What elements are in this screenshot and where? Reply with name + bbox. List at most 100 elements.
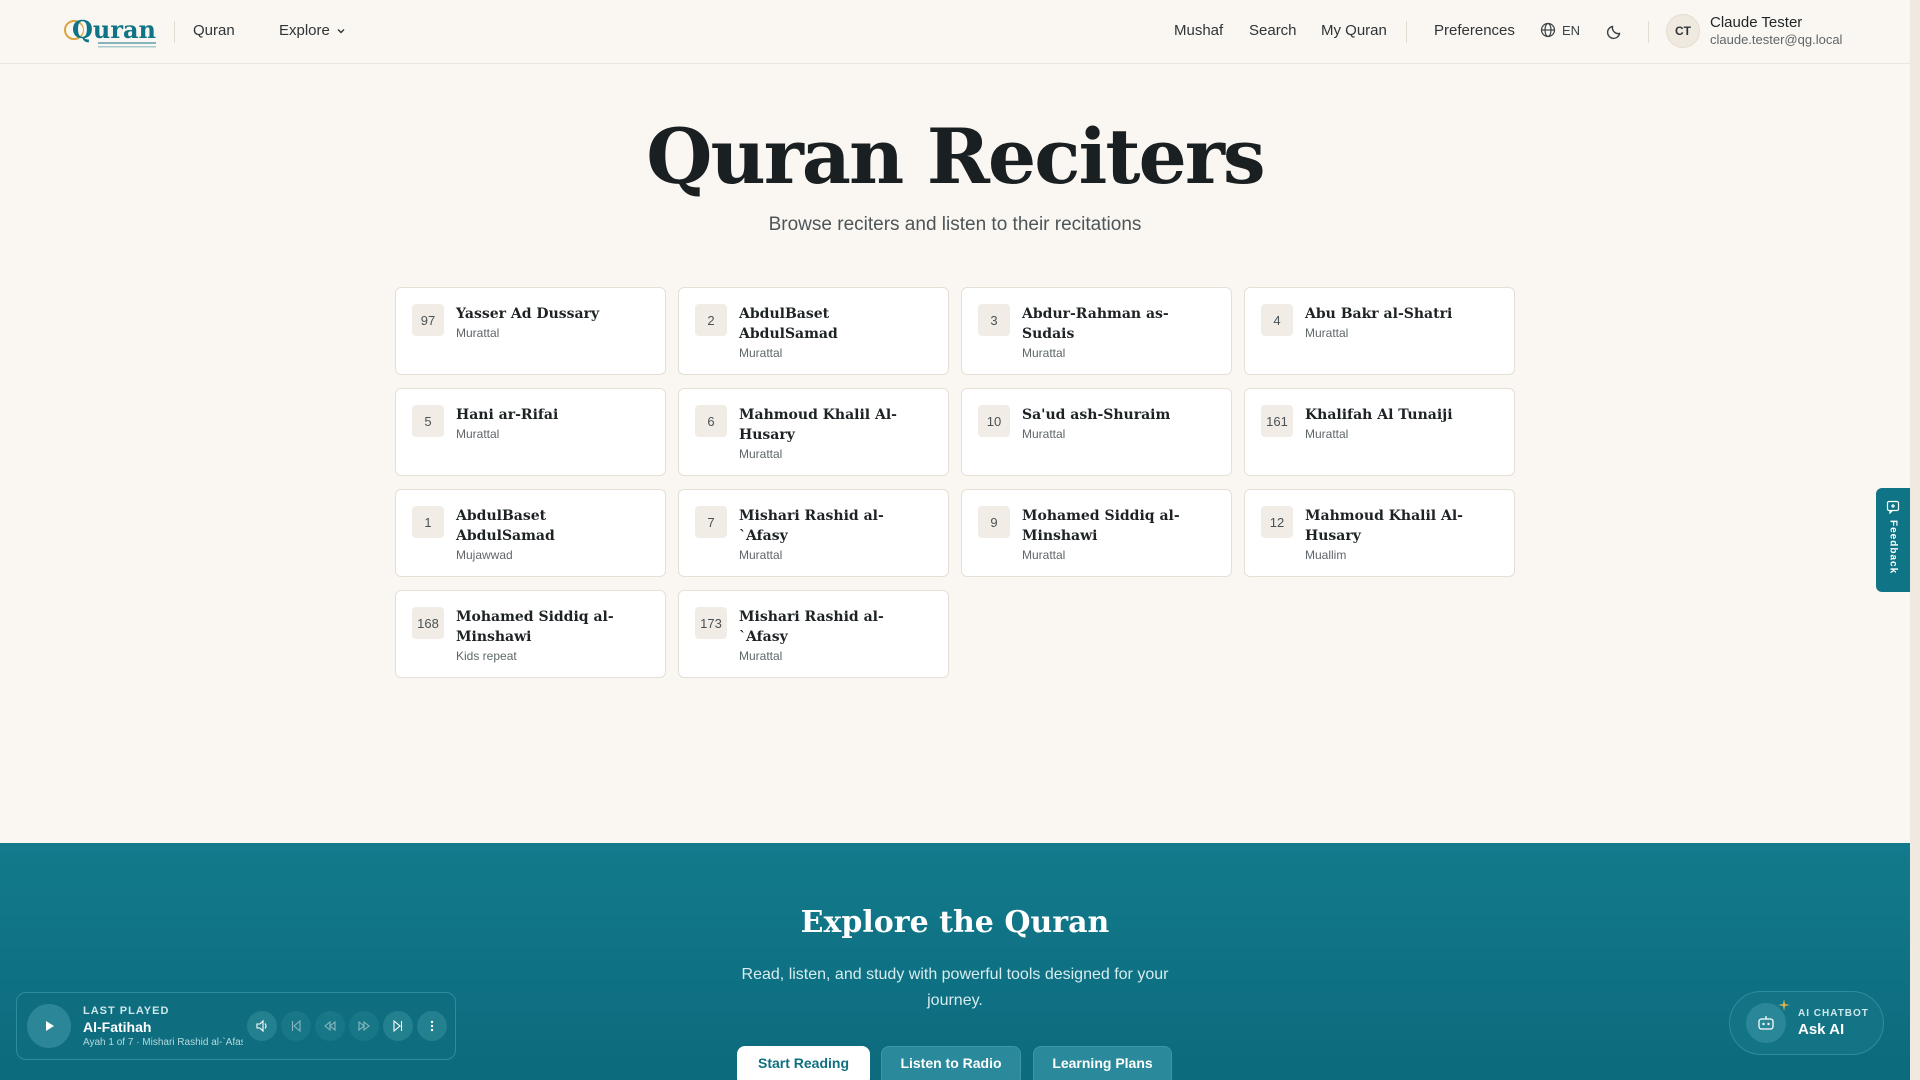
fast-forward-button[interactable]: [349, 1011, 379, 1041]
rewind-icon: [324, 1020, 336, 1032]
reciter-card[interactable]: 168 Mohamed Siddiq al-Minshawi Kids repeat: [395, 590, 666, 678]
reciter-card[interactable]: 6 Mahmoud Khalil Al-Husary Murattal: [678, 388, 949, 476]
page-title: Quran Reciters: [646, 112, 1265, 201]
reciter-card[interactable]: 10 Sa'ud ash-Shuraim Murattal: [961, 388, 1232, 476]
play-icon: [46, 1021, 54, 1031]
user-email: claude.tester@qg.local: [1710, 32, 1843, 47]
nav-search[interactable]: Search: [1249, 22, 1297, 39]
recitation-style: Murattal: [456, 427, 500, 441]
reciter-name: Mohamed Siddiq al-Minshawi: [456, 609, 614, 645]
reciter-card-body: Hani ar-Rifai Murattal: [456, 405, 558, 461]
recitation-style: Murattal: [739, 649, 783, 663]
more-vertical-icon: [430, 1020, 434, 1032]
audio-player: LAST PLAYED Al-Fatihah Ayah 1 of 7 · Mis…: [16, 992, 456, 1060]
globe-icon: [1540, 22, 1556, 38]
nav-preferences[interactable]: Preferences: [1434, 22, 1515, 39]
reciter-id-badge: 12: [1261, 506, 1293, 538]
recitation-style: Murattal: [1022, 548, 1066, 562]
language-code: EN: [1562, 22, 1581, 38]
rewind-button[interactable]: [315, 1011, 345, 1041]
reciter-card[interactable]: 5 Hani ar-Rifai Murattal: [395, 388, 666, 476]
reciter-card-body: Abu Bakr al-Shatri Murattal: [1305, 304, 1452, 360]
reciter-name: Mahmoud Khalil Al-Husary: [1305, 508, 1463, 544]
reciter-card[interactable]: 1 AbdulBaset AbdulSamad Mujawwad: [395, 489, 666, 577]
explore-subtitle: Read, listen, and study with powerful to…: [741, 966, 1169, 1009]
nav-mushaf[interactable]: Mushaf: [1174, 22, 1223, 39]
reciter-card[interactable]: 4 Abu Bakr al-Shatri Murattal: [1244, 287, 1515, 375]
reciter-id-badge: 10: [978, 405, 1010, 437]
quran-logo[interactable]: Quran: [64, 14, 162, 50]
quran-logo-icon: Quran: [64, 15, 156, 48]
reciter-card-body: Khalifah Al Tunaiji Murattal: [1305, 405, 1453, 461]
more-options-button[interactable]: [417, 1011, 447, 1041]
reciter-id-badge: 168: [412, 607, 444, 639]
previous-button[interactable]: [281, 1011, 311, 1041]
fast-forward-icon: [358, 1020, 370, 1032]
ai-title: Ask AI: [1798, 1021, 1845, 1038]
nav-explore[interactable]: Explore: [279, 22, 346, 39]
reciter-card[interactable]: 173 Mishari Rashid al-`Afasy Murattal: [678, 590, 949, 678]
nav-quran[interactable]: Quran: [193, 22, 235, 39]
moon-icon[interactable]: [1606, 22, 1624, 40]
reciter-id-badge: 4: [1261, 304, 1293, 336]
recitation-style: Murattal: [739, 447, 783, 461]
listen-to-radio-button[interactable]: Listen to Radio: [881, 1046, 1021, 1080]
reciter-card[interactable]: 97 Yasser Ad Dussary Murattal: [395, 287, 666, 375]
reciter-card[interactable]: 7 Mishari Rashid al-`Afasy Murattal: [678, 489, 949, 577]
top-header: Quran Quran Explore Mushaf Search My Qur…: [0, 0, 1910, 64]
reciter-card[interactable]: 9 Mohamed Siddiq al-Minshawi Murattal: [961, 489, 1232, 577]
chevron-down-icon: [337, 28, 345, 33]
recitation-style: Murattal: [1305, 326, 1349, 340]
play-button[interactable]: [27, 1004, 71, 1048]
sparkle-icon: [1778, 999, 1790, 1011]
ai-icon-wrap: [1746, 999, 1790, 1043]
reciter-card[interactable]: 2 AbdulBaset AbdulSamad Murattal: [678, 287, 949, 375]
ai-chatbot-button[interactable]: AI CHATBOT Ask AI: [1729, 991, 1884, 1055]
user-menu[interactable]: CT Claude Tester claude.tester@qg.local: [1666, 14, 1842, 48]
reciter-card-body: Mohamed Siddiq al-Minshawi Kids repeat: [456, 607, 649, 663]
reciter-card-body: Mishari Rashid al-`Afasy Murattal: [739, 506, 932, 562]
reciter-card-body: Mahmoud Khalil Al-Husary Murattal: [739, 405, 932, 461]
volume-icon: [256, 1019, 267, 1033]
reciter-id-badge: 1: [412, 506, 444, 538]
reciter-card[interactable]: 3 Abdur-Rahman as-Sudais Murattal: [961, 287, 1232, 375]
robot-icon: [1758, 1016, 1774, 1030]
reciter-name: Mishari Rashid al-`Afasy: [739, 508, 884, 544]
learning-plans-button[interactable]: Learning Plans: [1033, 1046, 1172, 1080]
start-reading-button[interactable]: Start Reading: [737, 1046, 870, 1080]
reciter-id-badge: 97: [412, 304, 444, 336]
recitation-style: Murattal: [739, 548, 783, 562]
feedback-tab[interactable]: Feedback: [1876, 488, 1910, 592]
reciter-name: Abu Bakr al-Shatri: [1305, 306, 1453, 322]
reciter-name: Abdur-Rahman as-Sudais: [1022, 306, 1169, 342]
recitation-style: Murattal: [1022, 427, 1066, 441]
reciter-card-body: Yasser Ad Dussary Murattal: [456, 304, 599, 360]
reciter-id-badge: 7: [695, 506, 727, 538]
recitation-style: Murattal: [1022, 346, 1066, 360]
reciter-card-body: Abdur-Rahman as-Sudais Murattal: [1022, 304, 1215, 360]
player-meta: Ayah 1 of 7 · Mishari Rashid al-`Afasy: [83, 1036, 243, 1048]
recitation-style: Murattal: [739, 346, 783, 360]
recitation-style: Muallim: [1305, 548, 1347, 562]
player-info: LAST PLAYED Al-Fatihah Ayah 1 of 7 · Mis…: [83, 1005, 243, 1048]
recitation-style: Kids repeat: [456, 649, 517, 663]
recitation-style: Murattal: [456, 326, 500, 340]
message-square-icon: [1886, 500, 1900, 514]
scrollbar[interactable]: [1910, 0, 1920, 1080]
language-selector[interactable]: EN: [1540, 22, 1580, 38]
svg-text:Quran: Quran: [72, 15, 156, 44]
reciter-name: Mohamed Siddiq al-Minshawi: [1022, 508, 1180, 544]
avatar: CT: [1666, 14, 1700, 48]
player-label: LAST PLAYED: [83, 1004, 170, 1017]
next-button[interactable]: [383, 1011, 413, 1041]
volume-button[interactable]: [247, 1011, 277, 1041]
reciter-name: Sa'ud ash-Shuraim: [1022, 407, 1171, 423]
reciter-card-body: AbdulBaset AbdulSamad Mujawwad: [456, 506, 649, 562]
reciter-name: Yasser Ad Dussary: [456, 306, 600, 322]
reciter-id-badge: 5: [412, 405, 444, 437]
reciter-card[interactable]: 12 Mahmoud Khalil Al-Husary Muallim: [1244, 489, 1515, 577]
reciter-id-badge: 161: [1261, 405, 1293, 437]
nav-my-quran[interactable]: My Quran: [1321, 22, 1387, 39]
reciter-card[interactable]: 161 Khalifah Al Tunaiji Murattal: [1244, 388, 1515, 476]
reciter-name: Hani ar-Rifai: [456, 407, 559, 423]
